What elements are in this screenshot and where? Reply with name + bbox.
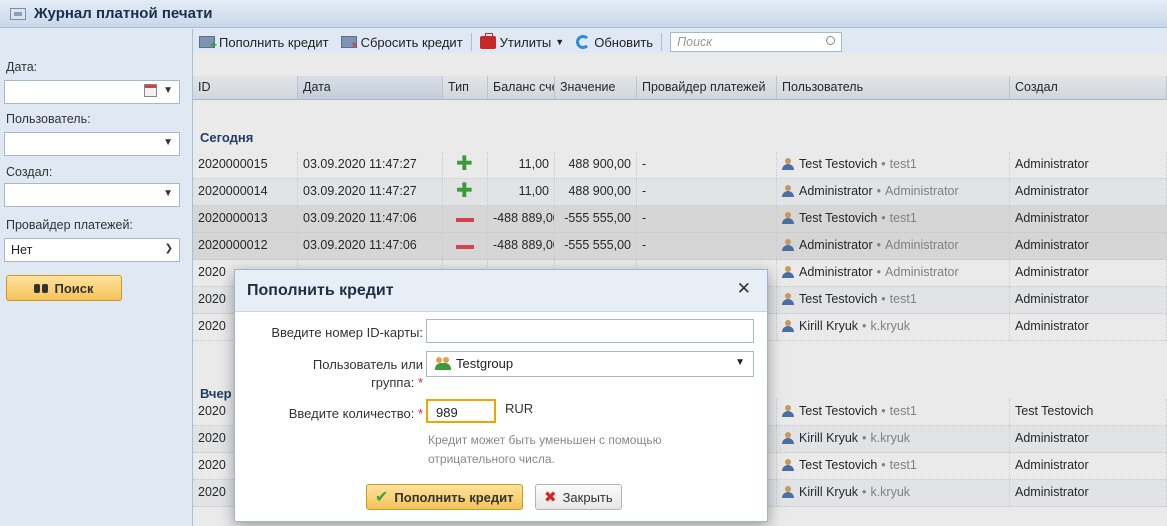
add-credit-button[interactable]: Пополнить кредит xyxy=(193,31,335,53)
date-field[interactable]: ▼ xyxy=(4,80,180,104)
chevron-down-icon[interactable]: ▼ xyxy=(163,137,173,148)
user-group-label-line1: Пользователь или xyxy=(312,357,423,372)
window-titlebar: Журнал платной печати xyxy=(0,0,1167,28)
toolbar-separator xyxy=(661,33,663,51)
card-number-input[interactable] xyxy=(426,319,754,343)
chevron-down-icon[interactable]: ▼ xyxy=(735,357,745,368)
utilities-menu-button[interactable]: Утилиты ▼ xyxy=(474,31,571,53)
refresh-icon xyxy=(576,35,591,49)
filter-panel: Дата: ▼ Пользователь: ▼ Создал: ▼ Провай… xyxy=(0,29,193,526)
required-mark: * xyxy=(417,406,423,421)
date-label: Дата: xyxy=(6,60,38,74)
chevron-down-icon[interactable]: ▼ xyxy=(163,85,173,96)
binoculars-icon xyxy=(34,282,49,294)
toolbar-search-input[interactable]: Поиск xyxy=(670,32,843,52)
currency-label: RUR xyxy=(505,401,534,416)
user-group-select[interactable]: Testgroup ▼ xyxy=(426,351,754,377)
toolbar-separator xyxy=(470,33,472,51)
amount-input[interactable]: 989 xyxy=(426,399,496,423)
group-icon xyxy=(435,357,451,370)
app-window: Журнал платной печати Дата: ▼ Пользовате… xyxy=(0,0,1167,526)
toolbox-icon xyxy=(479,32,496,49)
user-group-label-line2: группа: * xyxy=(371,375,423,390)
chevron-down-icon[interactable]: ❯ xyxy=(165,243,173,254)
add-credit-dialog: Пополнить кредит ✕ Введите номер ID-карт… xyxy=(234,269,768,522)
search-button[interactable]: Поиск xyxy=(6,275,122,301)
provider-filter-select[interactable]: Нет ❯ xyxy=(4,238,180,262)
user-filter-label: Пользователь: xyxy=(6,112,91,126)
user-filter-select[interactable]: ▼ xyxy=(4,132,180,156)
dialog-header: Пополнить кредит ✕ xyxy=(235,270,767,312)
search-icon[interactable] xyxy=(826,36,836,45)
reset-credit-icon xyxy=(340,36,359,51)
window-title: Журнал платной печати xyxy=(34,5,213,22)
chevron-down-icon: ▼ xyxy=(555,37,565,47)
card-label: Введите номер ID-карты: xyxy=(271,325,423,340)
created-filter-label: Создал: xyxy=(6,165,53,179)
created-filter-select[interactable]: ▼ xyxy=(4,183,180,207)
close-icon: ✖ xyxy=(544,489,557,506)
chevron-down-icon[interactable]: ▼ xyxy=(163,188,173,199)
refresh-button[interactable]: Обновить xyxy=(570,31,659,53)
amount-label: Введите количество: * xyxy=(288,406,423,421)
dialog-title: Пополнить кредит xyxy=(247,281,394,299)
journal-icon xyxy=(10,7,26,20)
provider-filter-label: Провайдер платежей: xyxy=(6,218,133,232)
close-icon[interactable]: ✕ xyxy=(737,279,751,299)
close-dialog-button[interactable]: ✖ Закрыть xyxy=(535,484,622,510)
calendar-icon[interactable] xyxy=(144,84,157,97)
reset-credit-button[interactable]: Сбросить кредит xyxy=(335,31,469,53)
add-credit-icon xyxy=(199,36,217,52)
checkmark-icon: ✔ xyxy=(375,489,389,506)
amount-hint: Кредит может быть уменьшен с помощью отр… xyxy=(428,433,662,466)
required-mark: * xyxy=(417,375,423,390)
add-credit-submit-button[interactable]: ✔ Пополнить кредит xyxy=(366,484,523,510)
